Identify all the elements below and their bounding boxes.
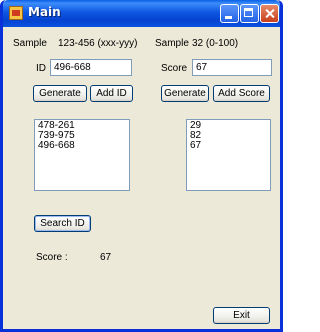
window-title: Main: [28, 5, 61, 19]
generate-id-button[interactable]: Generate: [33, 85, 87, 102]
score-input[interactable]: [192, 59, 272, 76]
client-area: Sample 123-456 (xxx-yyy) ID Generate Add…: [3, 27, 280, 329]
id-sample-label: Sample: [13, 38, 47, 49]
score-result-label: Score :: [36, 252, 68, 263]
id-listbox[interactable]: 478-261 739-975 496-668: [34, 119, 130, 191]
add-score-button[interactable]: Add Score: [213, 85, 270, 102]
id-sample-value: 123-456 (xxx-yyy): [58, 38, 138, 49]
score-sample-label: Sample: [155, 38, 189, 49]
generate-score-button[interactable]: Generate: [161, 85, 209, 102]
add-id-button[interactable]: Add ID: [90, 85, 133, 102]
id-input[interactable]: [50, 59, 132, 76]
score-listbox[interactable]: 29 82 67: [186, 119, 271, 191]
search-id-button[interactable]: Search ID: [34, 215, 91, 232]
score-result-value: 67: [100, 252, 112, 263]
list-item[interactable]: 29: [190, 121, 267, 131]
list-item[interactable]: 82: [190, 131, 267, 141]
title-bar[interactable]: Main: [3, 0, 280, 27]
main-window: Main Sample 123-456 (xxx-yyy) ID Generat…: [0, 0, 283, 332]
id-label: ID: [36, 63, 46, 74]
score-label: Score: [161, 63, 188, 74]
maximize-icon[interactable]: [240, 4, 259, 23]
app-icon: [9, 6, 23, 20]
minimize-icon[interactable]: [220, 4, 239, 23]
score-sample-value: 32 (0-100): [192, 38, 239, 49]
list-item[interactable]: 496-668: [38, 141, 126, 151]
close-icon[interactable]: [260, 4, 279, 23]
exit-button[interactable]: Exit: [213, 307, 270, 324]
list-item[interactable]: 67: [190, 141, 267, 151]
